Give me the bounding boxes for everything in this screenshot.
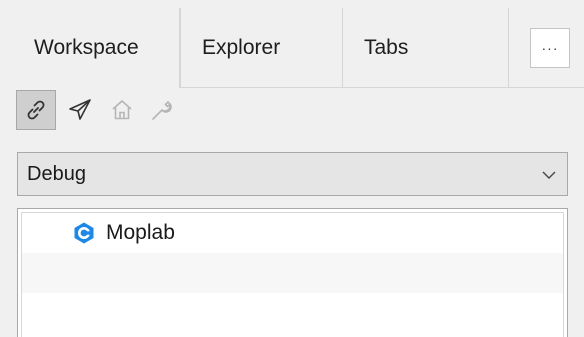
send-button[interactable] [60,90,100,130]
tab-explorer-label: Explorer [202,36,281,59]
tree-item-label: Moplab [106,221,175,244]
tree-row[interactable]: Moplab [22,213,563,253]
home-icon [109,97,135,123]
tab-strip: Workspace Explorer Tabs ··· [12,8,584,88]
tab-tabs[interactable]: Tabs [343,8,509,88]
tab-tabs-label: Tabs [364,36,409,59]
project-tree-body: Moplab [21,212,564,337]
home-button[interactable] [102,90,142,130]
more-icon: ··· [541,40,559,56]
tree-row [22,293,563,333]
tree-row [22,253,563,293]
tab-workspace[interactable]: Workspace [12,8,180,88]
workspace-panel: Workspace Explorer Tabs ··· Debug Moplab [0,0,584,337]
tree-item-moplab[interactable]: Moplab [72,221,175,245]
send-icon [67,97,93,123]
link-icon [23,97,49,123]
build-config-dropdown[interactable]: Debug [17,152,568,196]
cpp-project-icon [72,221,96,245]
tab-explorer[interactable]: Explorer [180,8,343,88]
tab-workspace-label: Workspace [34,36,139,59]
toolbar [12,88,584,132]
build-config-value: Debug [27,162,86,185]
link-button[interactable] [16,90,56,130]
chevron-down-icon [541,166,557,182]
tab-overflow-button[interactable]: ··· [530,28,570,68]
project-tree: Moplab [17,208,568,337]
settings-button[interactable] [142,90,182,130]
wrench-icon [149,97,175,123]
